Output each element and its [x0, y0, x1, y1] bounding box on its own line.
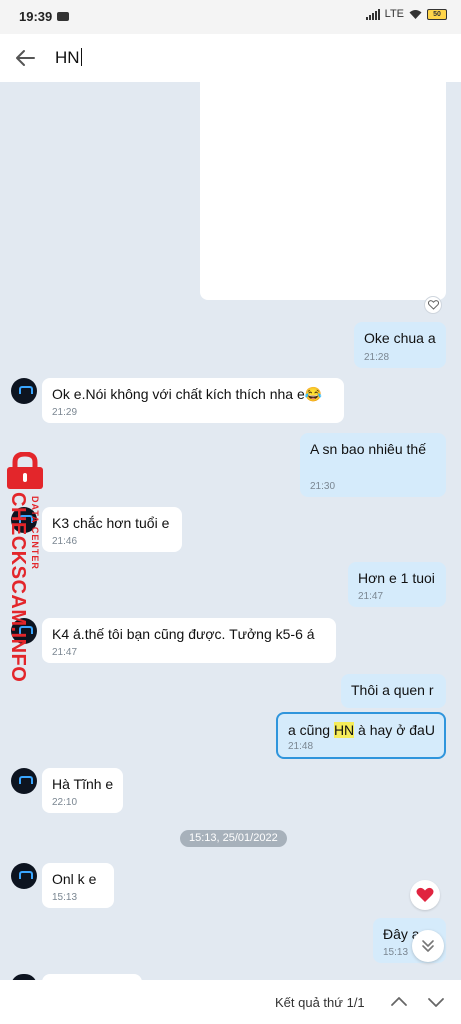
- heart-reaction-icon[interactable]: [410, 880, 440, 910]
- network-label: LTE: [384, 8, 404, 20]
- message-text: Hà Tĩnh e: [52, 776, 114, 792]
- status-bar: 19:39 LTE 50: [0, 0, 461, 34]
- status-time: 19:39: [19, 9, 53, 24]
- message-text: Oke chua a: [364, 330, 436, 346]
- text-caret: [80, 48, 82, 66]
- message-text-after: à hay ở đaU: [354, 722, 435, 738]
- watermark-brand: CHECKSCAM.INFO: [7, 492, 29, 683]
- watermark-subtitle: DATA CENTER: [30, 496, 40, 570]
- message-text: Onl k e: [52, 871, 97, 887]
- react-heart-icon[interactable]: [424, 296, 442, 314]
- message-bubble[interactable]: Oke chua a 21:28: [354, 322, 446, 368]
- message-time: 21:47: [358, 591, 384, 602]
- message-bubble[interactable]: Thôi a quen r: [341, 674, 446, 708]
- message-icon: [57, 12, 69, 21]
- message-text: K4 á.thế tôi bạn cũng được. Tưởng k5-6 á: [52, 626, 315, 642]
- message-time: 21:29: [52, 407, 78, 418]
- message-bubble[interactable]: A sn bao nhiêu thế 21:30: [300, 433, 446, 497]
- message-time: 21:30: [310, 481, 336, 492]
- avatar[interactable]: [11, 768, 37, 794]
- chevron-down-double-icon: [422, 940, 434, 952]
- scroll-to-bottom-button[interactable]: [412, 930, 444, 962]
- back-arrow-icon[interactable]: [14, 47, 36, 69]
- message-bubble[interactable]: Hà Tĩnh e 22:10: [42, 768, 123, 813]
- lock-icon: [7, 452, 43, 489]
- message-text: a cũng HN à hay ở đaU: [288, 722, 435, 738]
- message-time: 21:48: [288, 741, 314, 752]
- message-bubble[interactable]: Ok e.Nói không với chất kích thích nha e…: [42, 378, 344, 423]
- message-time: 15:13: [383, 947, 409, 958]
- search-query: HN: [55, 48, 80, 67]
- chevron-down-icon[interactable]: [426, 992, 446, 1012]
- message-text: Thôi a quen r: [351, 682, 434, 698]
- message-bubble[interactable]: K4 á.thế tôi bạn cũng được. Tưởng k5-6 á…: [42, 618, 336, 663]
- message-bubble[interactable]: Hơn e 1 tuoi 21:47: [348, 562, 446, 607]
- message-time: 22:10: [52, 797, 78, 808]
- search-highlight: HN: [333, 722, 355, 738]
- wifi-icon: [409, 9, 422, 19]
- battery-icon: 50: [427, 8, 447, 20]
- message-text: A sn bao nhiêu thế: [310, 441, 426, 457]
- message-text: Hơn e 1 tuoi: [358, 570, 435, 586]
- signal-icon: [365, 8, 380, 20]
- status-indicators: LTE 50: [365, 8, 447, 20]
- message-text: Ok e.Nói không với chất kích thích nha e…: [52, 386, 323, 402]
- chat-area[interactable]: Oke chua a 21:28 Ok e.Nói không với chất…: [0, 82, 461, 980]
- watermark: CHECKSCAM.INFO DATA CENTER: [0, 452, 50, 682]
- image-message[interactable]: [200, 82, 446, 300]
- message-text: K3 chắc hơn tuổi e: [52, 515, 170, 531]
- search-result-counter: Kết quả thứ 1/1: [275, 995, 365, 1010]
- search-results-bar: Kết quả thứ 1/1: [0, 980, 461, 1024]
- avatar[interactable]: [11, 378, 37, 404]
- message-bubble-highlighted[interactable]: a cũng HN à hay ở đaU 21:48: [276, 712, 446, 759]
- search-header: HN: [0, 34, 461, 82]
- date-separator: 15:13, 25/01/2022: [180, 830, 287, 847]
- avatar[interactable]: [11, 863, 37, 889]
- message-bubble[interactable]: K3 chắc hơn tuổi e 21:46: [42, 507, 182, 552]
- message-time: 21:46: [52, 536, 78, 547]
- message-text-before: a cũng: [288, 722, 334, 738]
- message-bubble[interactable]: Onl k e 15:13: [42, 863, 114, 908]
- message-time: 21:47: [52, 647, 78, 658]
- message-time: 21:28: [364, 352, 390, 363]
- search-input[interactable]: HN: [55, 48, 82, 68]
- message-time: 15:13: [52, 892, 78, 903]
- chevron-up-icon[interactable]: [389, 992, 409, 1012]
